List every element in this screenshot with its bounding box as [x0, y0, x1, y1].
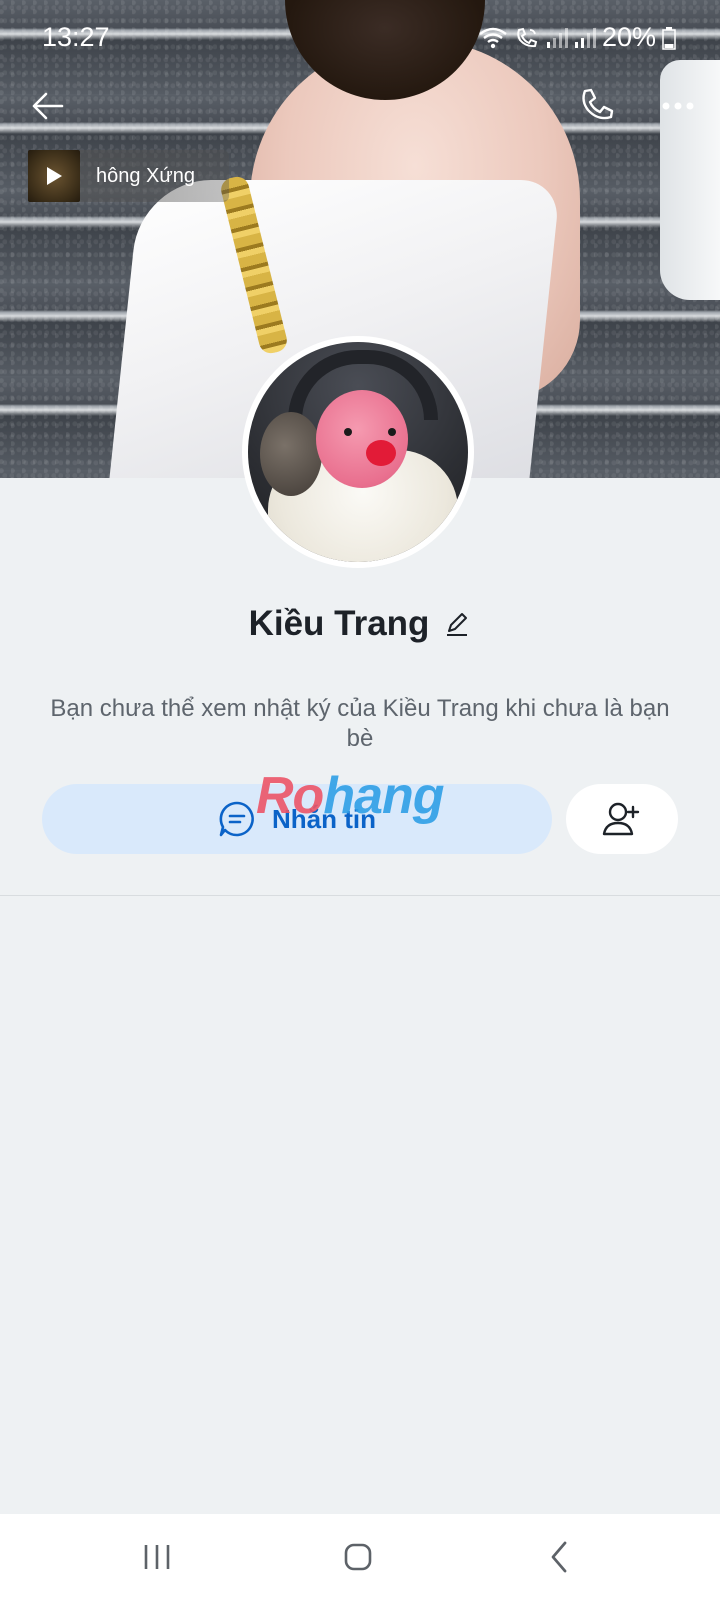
- status-icons: 20%: [478, 22, 676, 53]
- pencil-icon: [447, 613, 468, 636]
- home-button[interactable]: [313, 1514, 403, 1600]
- home-icon: [344, 1543, 372, 1571]
- avatar-earmuff: [260, 412, 322, 496]
- system-back-button[interactable]: [514, 1514, 604, 1600]
- music-thumbnail[interactable]: [28, 150, 80, 202]
- profile-name: Kiều Trang: [248, 604, 430, 643]
- call-button[interactable]: [574, 84, 618, 128]
- profile-name-row: Kiều Trang: [0, 604, 720, 644]
- signal-icon-1: [546, 27, 568, 48]
- edit-name-button[interactable]: [443, 610, 471, 638]
- recents-icon: [144, 1545, 170, 1569]
- chevron-left-icon: [551, 1541, 567, 1573]
- avatar-face: [316, 390, 408, 488]
- battery-percent: 20%: [601, 22, 656, 52]
- add-user-icon: [602, 802, 640, 836]
- avatar-image: [248, 342, 468, 562]
- profile-music-chip[interactable]: hông Xứng: [28, 150, 230, 202]
- phone-icon: [582, 88, 614, 120]
- avatar-eye-right: [388, 428, 396, 436]
- profile-screen: 13:27 20% hông Xứng Kiều Trang Bạn chưa …: [0, 0, 720, 1600]
- system-navigation-bar: [0, 1514, 720, 1600]
- avatar-eye-left: [344, 428, 352, 436]
- add-friend-button[interactable]: [566, 784, 678, 854]
- arrow-left-icon: [32, 92, 64, 120]
- section-divider: [0, 895, 720, 896]
- wifi-icon: [479, 27, 507, 48]
- wifi-call-icon: [517, 27, 538, 47]
- signal-icon-2: [574, 27, 596, 48]
- profile-avatar[interactable]: [242, 336, 474, 568]
- battery-icon: [662, 26, 676, 50]
- recents-button[interactable]: [112, 1514, 202, 1600]
- back-button[interactable]: [26, 84, 70, 128]
- message-button-label: Nhắn tin: [272, 803, 376, 834]
- status-bar: 13:27 20%: [0, 0, 720, 80]
- play-icon: [47, 167, 62, 185]
- chat-bubble-icon: [219, 801, 254, 837]
- more-button[interactable]: [656, 84, 700, 128]
- music-title: hông Xứng: [74, 150, 230, 202]
- status-time: 13:27: [42, 22, 110, 52]
- message-button[interactable]: Nhắn tin: [42, 784, 552, 854]
- avatar-nose: [366, 440, 396, 466]
- more-dots-icon: [662, 102, 694, 110]
- diary-notice: Bạn chưa thể xem nhật ký của Kiều Trang …: [50, 695, 670, 752]
